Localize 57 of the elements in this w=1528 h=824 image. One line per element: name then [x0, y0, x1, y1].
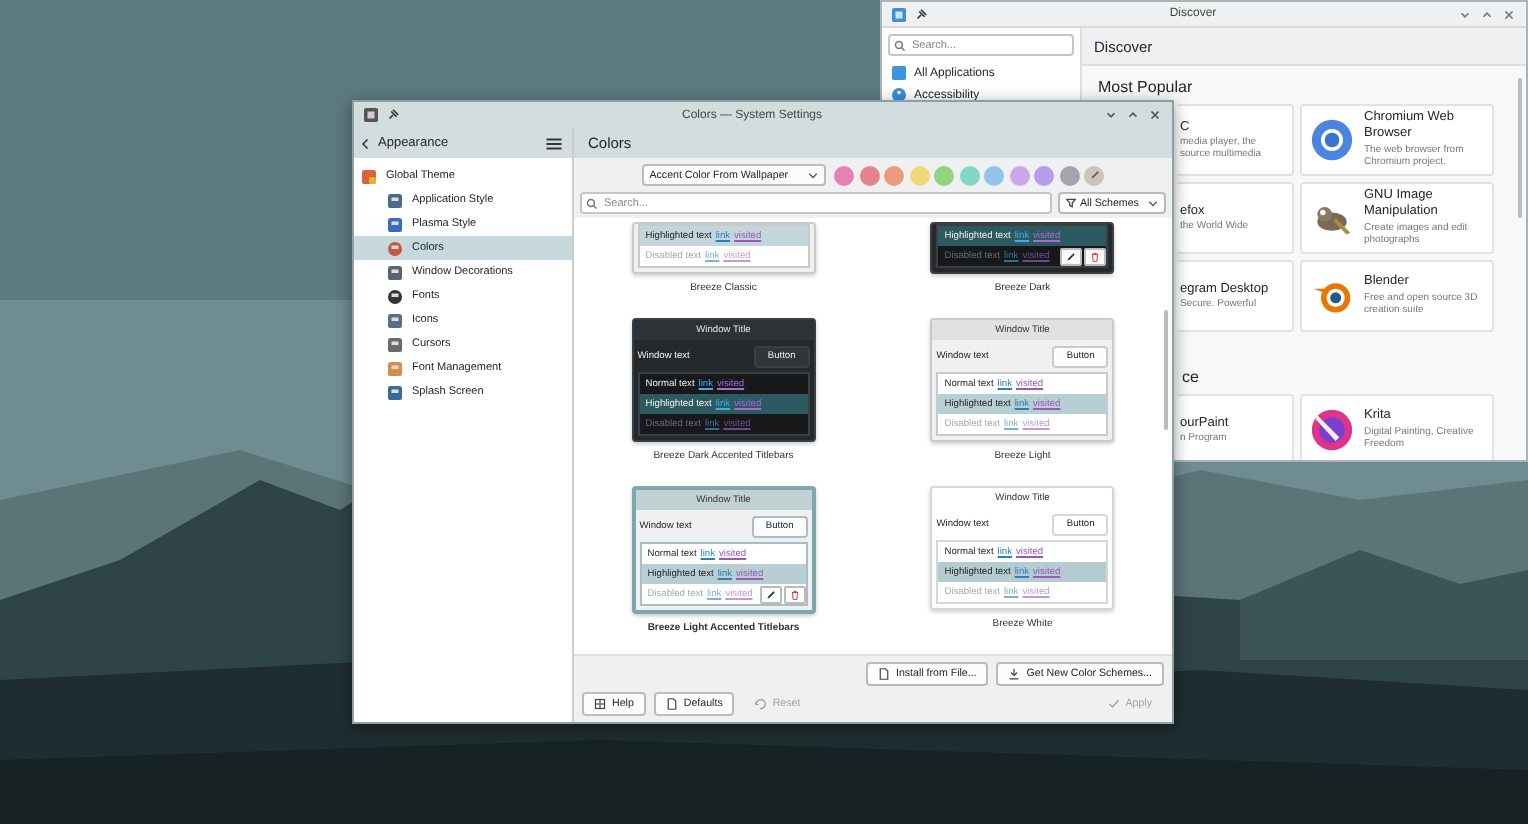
color-swatch[interactable] — [834, 165, 855, 185]
trash-icon — [1090, 251, 1101, 261]
category-icon — [388, 361, 402, 375]
undo-icon — [754, 698, 767, 710]
color-swatch[interactable] — [1009, 165, 1030, 185]
minimize-icon[interactable] — [1104, 108, 1118, 122]
color-swatch[interactable] — [1034, 165, 1055, 185]
search-icon — [894, 39, 906, 51]
trash-icon — [789, 589, 800, 599]
color-swatch[interactable] — [1059, 165, 1080, 185]
file-icon — [665, 698, 678, 710]
download-icon — [1008, 668, 1021, 680]
color-swatch[interactable] — [934, 165, 955, 185]
color-swatch[interactable] — [884, 165, 905, 185]
help-icon — [594, 698, 606, 710]
color-swatch[interactable] — [984, 165, 1005, 185]
close-icon[interactable] — [1502, 7, 1516, 21]
app-icon[interactable] — [364, 108, 378, 122]
color-swatch[interactable] — [909, 165, 930, 185]
category-icon — [388, 193, 402, 207]
scrollbar[interactable] — [1518, 78, 1522, 218]
category-icon — [388, 241, 402, 255]
chevron-down-icon — [807, 170, 818, 180]
category-icon — [388, 217, 402, 231]
category-icon — [388, 289, 402, 303]
grid-icon — [892, 66, 906, 80]
category-icon — [388, 385, 402, 399]
filter-icon — [1066, 198, 1076, 208]
category-icon — [388, 337, 402, 351]
file-icon — [877, 668, 890, 680]
menu-icon[interactable] — [546, 137, 562, 149]
close-icon[interactable] — [1148, 108, 1162, 122]
color-swatch[interactable] — [859, 165, 880, 185]
maximize-icon[interactable] — [1480, 7, 1494, 21]
pencil-icon — [1089, 170, 1100, 180]
section-title: ce — [1182, 368, 1201, 386]
check-icon — [1107, 698, 1120, 710]
pencil-icon — [1066, 251, 1077, 261]
delete-button[interactable] — [1084, 247, 1107, 265]
color-swatch[interactable] — [959, 165, 980, 185]
section-title: Most Popular — [1098, 78, 1195, 96]
category-icon — [388, 265, 402, 279]
scrollbar[interactable] — [1164, 310, 1168, 430]
pin-icon[interactable] — [914, 7, 928, 21]
search-icon — [586, 197, 598, 209]
paintbrush-icon — [1310, 408, 1354, 452]
edit-button[interactable] — [1060, 247, 1083, 265]
color-picker-button[interactable] — [1084, 165, 1105, 185]
pin-icon[interactable] — [386, 108, 400, 122]
maximize-icon[interactable] — [1126, 108, 1140, 122]
pencil-icon — [765, 589, 776, 599]
minimize-icon[interactable] — [1458, 7, 1472, 21]
category-icon — [388, 313, 402, 327]
app-icon[interactable] — [892, 7, 906, 21]
ring-logo-icon — [1310, 118, 1354, 162]
category-icon — [362, 169, 376, 183]
chevron-down-icon — [1148, 198, 1158, 208]
